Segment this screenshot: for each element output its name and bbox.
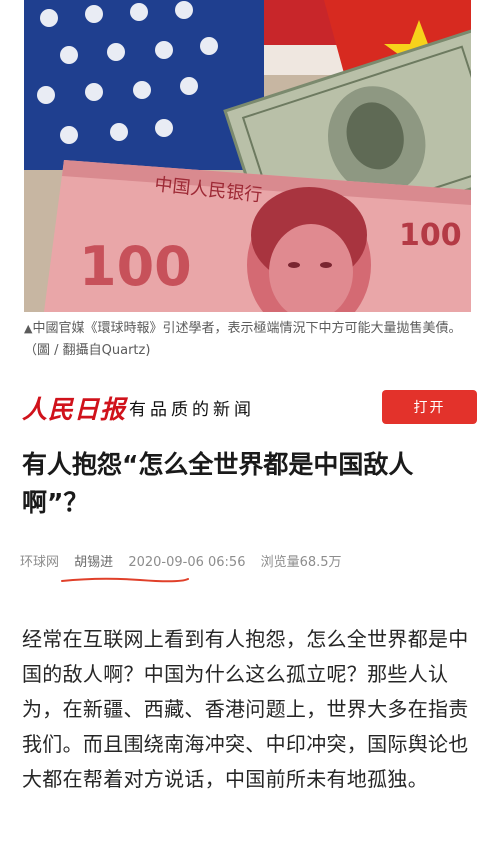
article-source[interactable]: 环球网 <box>20 555 59 570</box>
masthead-bar: 人民日报 有品质的新闻 打开 <box>0 384 495 432</box>
article-author[interactable]: 胡锡进 <box>74 555 113 570</box>
peoples-daily-logo[interactable]: 人民日报 <box>22 390 126 426</box>
yuan-denomination-left: 100 <box>79 235 192 298</box>
hand-drawn-underline <box>61 577 189 583</box>
image-caption: ▲中國官媒《環球時報》引述學者，表示極端情況下中方可能大量拋售美債。（圖 / 翻… <box>24 318 474 362</box>
article-body: 经常在互联网上看到有人抱怨，怎么全世界都是中国的敌人啊？中国为什么这么孤立呢？那… <box>22 627 469 791</box>
article-meta: 环球网 胡锡进 2020-09-06 06:56 浏览量68.5万 <box>20 551 480 575</box>
caption-text: 中國官媒《環球時報》引述學者，表示極端情況下中方可能大量拋售美債。（圖 / 翻攝… <box>24 321 462 358</box>
article-datetime: 2020-09-06 06:56 <box>128 555 246 570</box>
banknotes-flag-illustration: 中国人民银行 100 100 <box>24 0 471 312</box>
hero-image: 中国人民银行 100 100 <box>24 0 471 312</box>
open-app-button[interactable]: 打开 <box>382 390 477 424</box>
yuan-denomination-right: 100 <box>399 218 462 253</box>
article-title: 有人抱怨“怎么全世界都是中国敌人啊”？ <box>22 450 414 517</box>
masthead-slogan: 有品质的新闻 <box>129 400 255 420</box>
article-views: 浏览量68.5万 <box>260 555 342 570</box>
